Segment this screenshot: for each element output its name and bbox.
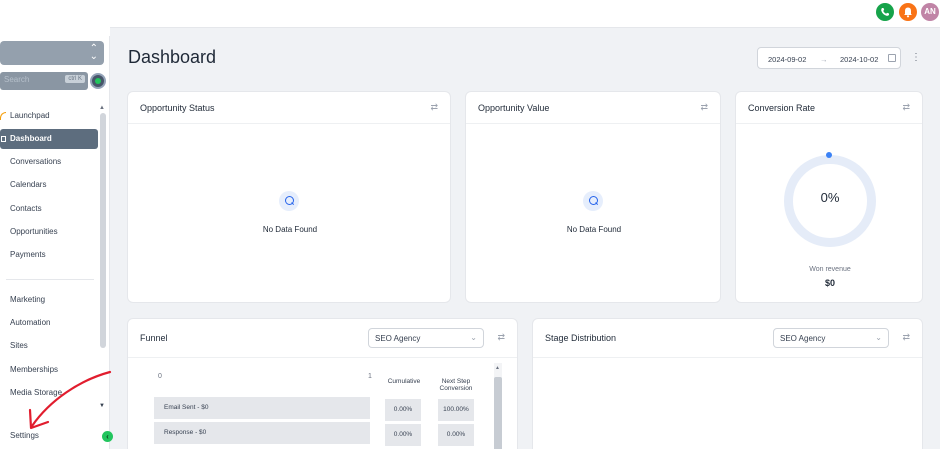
card-title: Conversion Rate xyxy=(748,103,816,113)
scrollbar-thumb[interactable] xyxy=(100,113,106,348)
sidebar-item-launchpad[interactable]: Launchpad xyxy=(0,106,98,126)
sidebar-item-label: Automation xyxy=(10,318,51,327)
opportunity-value-card: Opportunity Value ⇄ No Data Found xyxy=(465,91,721,303)
search-placeholder: Search xyxy=(4,75,30,84)
divider xyxy=(128,357,517,358)
chevron-down-icon: ⌄ xyxy=(875,333,882,342)
search-icon xyxy=(583,191,603,211)
pipeline-select[interactable]: SEO Agency ⌄ xyxy=(368,328,484,348)
card-title: Opportunity Status xyxy=(140,103,215,113)
sidebar-item-label: Sites xyxy=(10,341,28,350)
chevron-updown-icon: ⌃ ⌄ xyxy=(89,43,98,62)
page-title: Dashboard xyxy=(128,47,217,67)
funnel-scrollbar[interactable]: ▲ xyxy=(494,363,502,449)
sidebar-item-calendars[interactable]: Calendars xyxy=(0,175,98,195)
funnel-row-bar[interactable]: Response - $0 xyxy=(154,422,370,444)
sidebar-item-conversations[interactable]: Conversations xyxy=(0,152,98,172)
conversion-value: 0% xyxy=(820,190,840,205)
sidebar-item-opportunities[interactable]: Opportunities xyxy=(0,222,98,242)
won-revenue-value: $0 xyxy=(824,278,835,288)
logo xyxy=(0,0,110,36)
date-start: 2024-09-02 xyxy=(768,55,807,64)
scroll-up-icon[interactable]: ▲ xyxy=(99,105,105,111)
sidebar-item-label: Opportunities xyxy=(10,227,58,236)
avatar[interactable]: AN xyxy=(921,3,939,21)
sidebar-item-dashboard[interactable]: Dashboard xyxy=(0,129,98,149)
divider xyxy=(533,357,922,358)
sidebar-item-label: Conversations xyxy=(10,157,62,166)
launchpad-icon xyxy=(0,112,6,120)
funnel-next-step-cell: 0.00% xyxy=(438,424,474,446)
select-value: SEO Agency xyxy=(780,334,826,343)
card-header: Conversion Rate ⇄ xyxy=(736,92,922,124)
nav-divider xyxy=(6,279,94,280)
empty-state-text: No Data Found xyxy=(566,225,622,234)
ring-marker xyxy=(826,152,832,158)
sidebar-item-automation[interactable]: Automation xyxy=(0,313,98,333)
stage-distribution-card: Stage Distribution SEO Agency ⌄ ⇄ xyxy=(532,318,923,449)
swap-icon[interactable]: ⇄ xyxy=(700,102,708,113)
date-range-picker[interactable]: 2024-09-02 → 2024-10-02 xyxy=(757,47,901,69)
calendar-icon xyxy=(888,54,896,62)
location-switcher[interactable]: ⌃ ⌄ xyxy=(0,41,104,65)
select-value: SEO Agency xyxy=(375,334,421,343)
sidebar-item-label: Marketing xyxy=(10,295,46,304)
scrollbar-thumb[interactable] xyxy=(494,377,502,449)
sidebar-item-label: Payments xyxy=(10,250,46,259)
sidebar-item-label: Contacts xyxy=(10,204,42,213)
pipeline-select[interactable]: SEO Agency ⌄ xyxy=(773,328,889,348)
funnel-next-step-cell: 100.00% xyxy=(438,399,474,421)
sidebar-item-sites[interactable]: Sites xyxy=(0,336,98,356)
card-header: Opportunity Value ⇄ xyxy=(466,92,720,124)
opportunity-status-card: Opportunity Status ⇄ No Data Found xyxy=(127,91,451,303)
column-header-next-step: Next Step Conversion xyxy=(439,378,473,392)
top-bar xyxy=(110,0,940,28)
annotation-arrow-icon xyxy=(28,370,112,430)
sidebar-item-label: Calendars xyxy=(10,180,47,189)
scroll-up-icon[interactable]: ▲ xyxy=(495,365,500,371)
arrow-right-icon: → xyxy=(820,55,828,64)
axis-end: 1 xyxy=(368,373,372,380)
swap-icon[interactable]: ⇄ xyxy=(902,102,910,113)
funnel-cumulative-cell: 0.00% xyxy=(385,424,421,446)
sidebar-item-label: Dashboard xyxy=(10,134,52,143)
sidebar-item-marketing[interactable]: Marketing xyxy=(0,290,98,310)
chevron-down-icon: ⌄ xyxy=(470,333,477,342)
funnel-cumulative-cell: 0.00% xyxy=(385,399,421,421)
card-title: Opportunity Value xyxy=(478,103,550,113)
funnel-card: Funnel SEO Agency ⌄ ⇄ 0 1 Cumulative Nex… xyxy=(127,318,518,449)
funnel-row-bar[interactable]: Email Sent - $0 xyxy=(154,397,370,419)
swap-icon[interactable]: ⇄ xyxy=(902,332,910,343)
phone-icon[interactable] xyxy=(876,3,894,21)
empty-state-text: No Data Found xyxy=(262,225,318,234)
card-title: Funnel xyxy=(140,333,168,343)
shortcut-badge: ctrl K xyxy=(65,75,85,83)
sidebar-item-label: Launchpad xyxy=(10,111,50,120)
sidebar-item-payments[interactable]: Payments xyxy=(0,245,98,265)
swap-icon[interactable]: ⇄ xyxy=(497,332,505,343)
axis-start: 0 xyxy=(158,373,162,380)
dashboard-icon xyxy=(1,136,6,142)
search-input[interactable]: Search ctrl K xyxy=(0,72,88,90)
won-revenue-label: Won revenue xyxy=(809,266,851,273)
column-header-cumulative: Cumulative xyxy=(387,378,421,385)
conversion-rate-card: Conversion Rate ⇄ 0% Won revenue $0 xyxy=(735,91,923,303)
swap-icon[interactable]: ⇄ xyxy=(430,102,438,113)
search-icon xyxy=(279,191,299,211)
sidebar-item-contacts[interactable]: Contacts xyxy=(0,199,98,219)
date-end: 2024-10-02 xyxy=(840,55,879,64)
quick-action-icon[interactable] xyxy=(90,73,106,89)
bell-icon[interactable] xyxy=(899,3,917,21)
more-options-icon[interactable]: ⋮ xyxy=(911,52,921,63)
card-header: Opportunity Status ⇄ xyxy=(128,92,450,124)
card-title: Stage Distribution xyxy=(545,333,617,343)
